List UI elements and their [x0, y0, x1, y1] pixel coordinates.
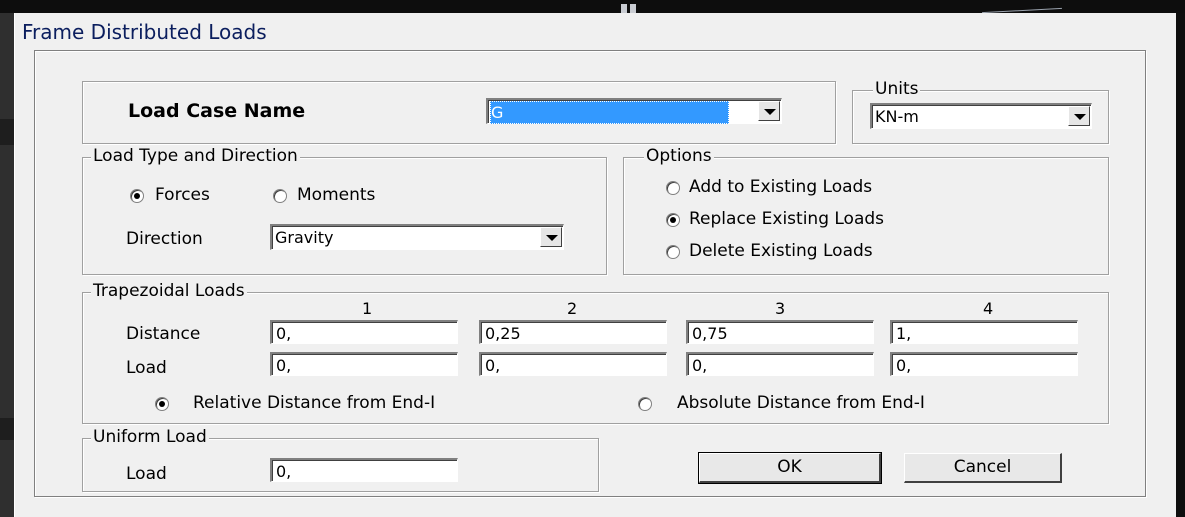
absolute-distance-label: Absolute Distance from End-I [677, 393, 925, 413]
moments-radio[interactable] [273, 189, 287, 203]
delete-existing-label: Delete Existing Loads [689, 241, 873, 261]
absolute-distance-radio[interactable] [638, 397, 652, 411]
load-type-legend: Load Type and Direction [91, 146, 300, 166]
background-left-edge [0, 13, 14, 517]
load-3-input[interactable]: 0, [686, 352, 874, 376]
load-2-input[interactable]: 0, [479, 352, 667, 376]
chevron-down-icon[interactable] [1068, 106, 1090, 126]
distance-label: Distance [126, 324, 201, 344]
load-case-value: G [490, 101, 729, 124]
column-header: 4 [983, 299, 994, 318]
direction-label: Direction [126, 229, 203, 249]
units-select[interactable]: KN-m [870, 103, 1092, 129]
relative-distance-radio[interactable] [155, 397, 169, 411]
distance-3-input[interactable]: 0,75 [686, 320, 874, 344]
forces-radio[interactable] [130, 189, 144, 203]
load-label: Load [126, 358, 167, 378]
load-case-label: Load Case Name [128, 100, 306, 122]
direction-select[interactable]: Gravity [270, 224, 564, 250]
chevron-down-icon[interactable] [758, 101, 780, 121]
units-value: KN-m [875, 107, 919, 126]
dialog-title: Frame Distributed Loads [22, 20, 267, 44]
distance-2-input[interactable]: 0,25 [479, 320, 667, 344]
add-to-existing-label: Add to Existing Loads [689, 177, 873, 197]
replace-existing-radio[interactable] [666, 213, 680, 227]
background-block [0, 119, 14, 145]
relative-distance-label: Relative Distance from End-I [193, 393, 436, 413]
options-legend: Options [644, 146, 714, 166]
replace-existing-label: Replace Existing Loads [689, 209, 885, 229]
distance-4-input[interactable]: 1, [890, 320, 1078, 344]
delete-existing-radio[interactable] [666, 245, 680, 259]
column-header: 1 [362, 299, 373, 318]
load-case-select[interactable]: G [486, 98, 782, 124]
trapezoidal-legend: Trapezoidal Loads [91, 281, 247, 301]
uniform-load-legend: Uniform Load [91, 427, 209, 447]
uniform-load-input[interactable]: 0, [270, 458, 458, 482]
background-mark [630, 4, 636, 13]
add-to-existing-radio[interactable] [666, 181, 680, 195]
uniform-load-label: Load [126, 464, 167, 484]
background-right-edge [1176, 13, 1185, 517]
ok-button[interactable]: OK [698, 452, 882, 484]
units-legend: Units [873, 79, 921, 99]
background-taskbar [0, 0, 1185, 14]
load-type-group: Load Type and Direction [82, 146, 607, 275]
background-mark [621, 4, 627, 13]
moments-label: Moments [297, 185, 376, 205]
column-header: 3 [775, 299, 786, 318]
forces-label: Forces [155, 185, 210, 205]
load-4-input[interactable]: 0, [890, 352, 1078, 376]
direction-value: Gravity [275, 228, 334, 247]
load-1-input[interactable]: 0, [270, 352, 458, 376]
chevron-down-icon[interactable] [540, 227, 562, 247]
column-header: 2 [567, 299, 578, 318]
distance-1-input[interactable]: 0, [270, 320, 458, 344]
background-block [0, 418, 14, 440]
cancel-button[interactable]: Cancel [904, 453, 1062, 483]
